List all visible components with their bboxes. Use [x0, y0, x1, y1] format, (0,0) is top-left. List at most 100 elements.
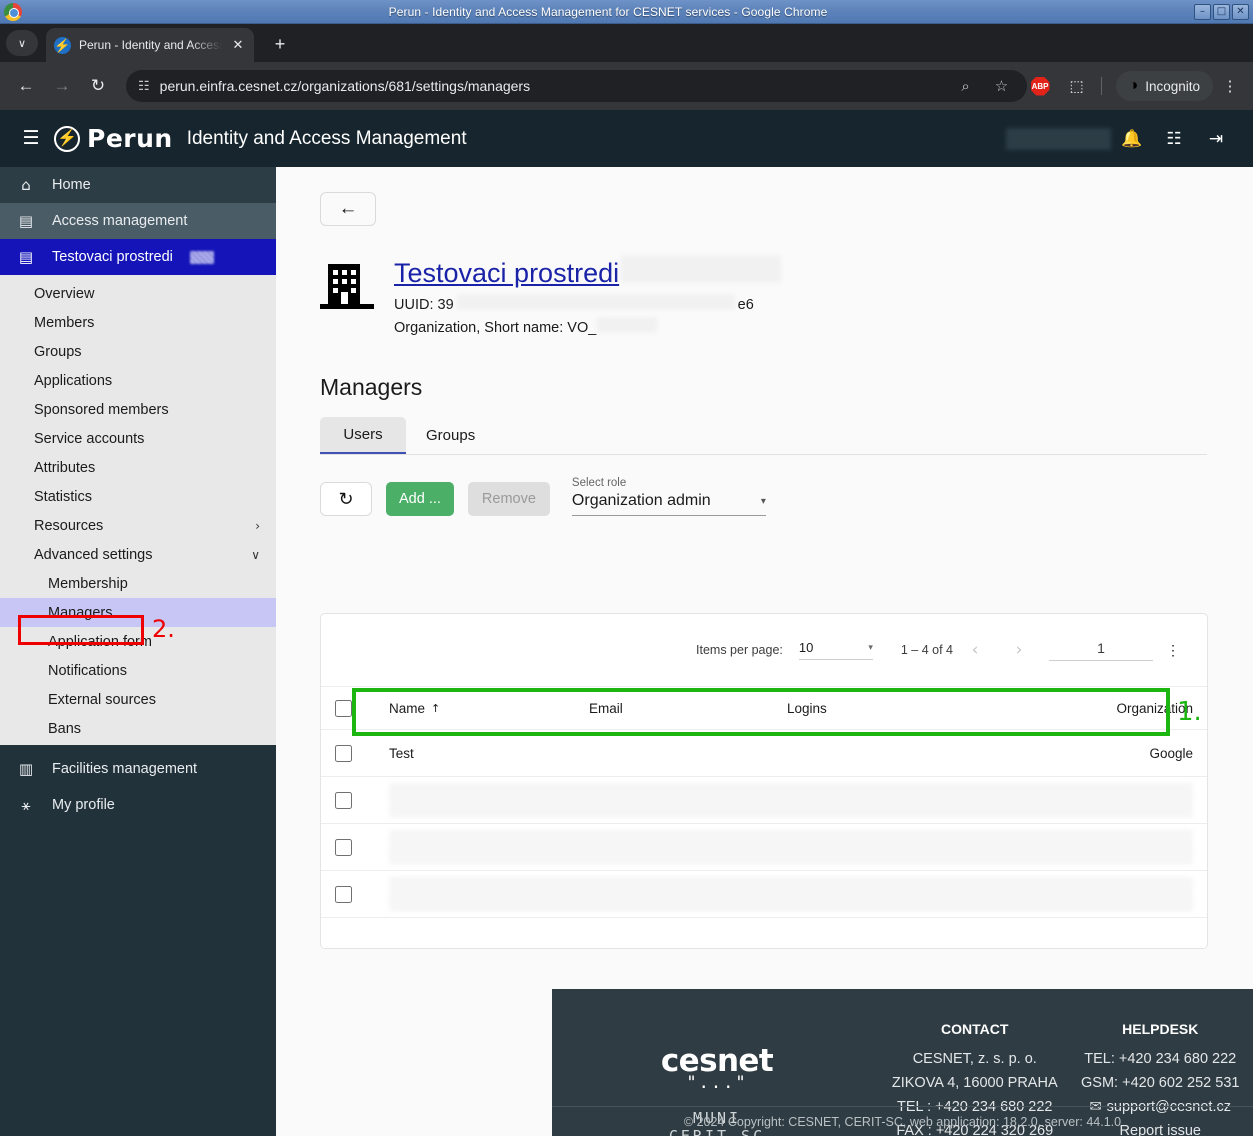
row-checkbox[interactable]: [335, 839, 352, 856]
back-navigation-icon[interactable]: ←: [10, 70, 42, 102]
page-title: Managers: [320, 374, 422, 401]
entity-shortname-redacted: [597, 318, 657, 332]
annotation-step-2: 2.: [152, 615, 175, 643]
sidebar-item-testovaci-prostredi[interactable]: ▤ Testovaci prostredi: [0, 239, 276, 275]
sidebar-item-notifications[interactable]: Notifications: [0, 656, 276, 685]
sidebar-item-label: My profile: [52, 797, 115, 813]
sidebar-item-groups[interactable]: Groups: [0, 337, 276, 366]
sidebar-item-managers[interactable]: Managers: [0, 598, 276, 627]
column-header-name[interactable]: Name ↑: [389, 701, 589, 716]
sidebar-item-attributes[interactable]: Attributes: [0, 453, 276, 482]
address-bar[interactable]: ☷ perun.einfra.cesnet.cz/organizations/6…: [126, 70, 1027, 102]
sidebar-item-sponsored-members[interactable]: Sponsored members: [0, 395, 276, 424]
entity-title-link[interactable]: Testovaci prostredi: [394, 258, 619, 289]
row-checkbox-cell[interactable]: [335, 792, 389, 809]
refresh-button[interactable]: ↻: [320, 482, 372, 516]
chevron-down-icon: ▾: [761, 496, 766, 507]
notifications-bell-icon[interactable]: 🔔: [1111, 129, 1153, 149]
row-checkbox-cell[interactable]: [335, 839, 389, 856]
bookmark-star-icon[interactable]: ☆: [989, 77, 1015, 95]
sidebar-item-label: External sources: [48, 692, 156, 708]
sidebar-item-membership[interactable]: Membership: [0, 569, 276, 598]
incognito-icon: ◑: [1129, 77, 1139, 95]
entity-text-block: Testovaci prostredi UUID: 39 e6 Organiza…: [394, 254, 781, 336]
tab-close-icon[interactable]: ✕: [230, 37, 246, 53]
hamburger-menu-icon[interactable]: ☰: [16, 127, 46, 150]
sidebar-item-label: Sponsored members: [34, 402, 169, 418]
sidebar-item-label: Facilities management: [52, 761, 197, 777]
page-number-input[interactable]: 1: [1049, 640, 1153, 661]
sidebar-item-service-accounts[interactable]: Service accounts: [0, 424, 276, 453]
zoom-icon[interactable]: ⌕: [953, 78, 979, 95]
perun-wordmark: Perun: [87, 124, 173, 153]
close-button[interactable]: ✕: [1232, 4, 1249, 20]
toolbar-divider: [1101, 77, 1102, 95]
window-controls: – □ ✕: [1194, 4, 1249, 20]
row-checkbox[interactable]: [335, 745, 352, 762]
sidebar-item-bans[interactable]: Bans: [0, 714, 276, 743]
chevron-right-icon: ›: [255, 519, 260, 533]
browser-tab[interactable]: ⚡ Perun - Identity and Access Ma ✕: [46, 28, 254, 62]
sidebar: ⌂ Home ▤ Access management ▤ Testovaci p…: [0, 167, 276, 1136]
sidebar-item-my-profile[interactable]: ⚹ My profile: [0, 787, 276, 823]
table-options-menu-icon[interactable]: ⋮: [1153, 643, 1193, 657]
role-select-control[interactable]: Organization admin ▾: [572, 492, 766, 516]
sidebar-item-members[interactable]: Members: [0, 308, 276, 337]
row-checkbox[interactable]: [335, 792, 352, 809]
site-settings-icon[interactable]: ☷: [138, 78, 150, 94]
new-tab-button[interactable]: +: [268, 34, 292, 55]
table-row[interactable]: [321, 777, 1207, 824]
sidebar-item-access-management[interactable]: ▤ Access management: [0, 203, 276, 239]
select-all-checkbox-cell[interactable]: [335, 700, 389, 717]
sidebar-item-home[interactable]: ⌂ Home: [0, 167, 276, 203]
column-header-organization[interactable]: Organization: [1071, 701, 1193, 716]
previous-page-button[interactable]: ‹: [953, 640, 997, 660]
sidebar-item-overview[interactable]: Overview: [0, 279, 276, 308]
sidebar-item-applications[interactable]: Applications: [0, 366, 276, 395]
row-checkbox[interactable]: [335, 886, 352, 903]
table-toolbar: ↻ Add ... Remove Select role Organizatio…: [320, 477, 766, 516]
entity-header: Testovaci prostredi UUID: 39 e6 Organiza…: [320, 254, 781, 336]
footer-contact-title: CONTACT: [882, 1021, 1068, 1037]
tab-users[interactable]: Users: [320, 417, 406, 454]
table-row[interactable]: Test Google: [321, 730, 1207, 777]
minimize-button[interactable]: –: [1194, 4, 1211, 20]
column-header-label: Name: [389, 701, 425, 716]
table-row[interactable]: [321, 871, 1207, 918]
next-page-button[interactable]: ›: [997, 640, 1041, 660]
sidebar-item-facilities-management[interactable]: ▥ Facilities management: [0, 751, 276, 787]
role-select[interactable]: Select role Organization admin ▾: [572, 477, 766, 516]
column-header-email[interactable]: Email: [589, 701, 787, 716]
table-row[interactable]: [321, 824, 1207, 871]
items-per-page-select[interactable]: 10 ▾: [799, 640, 873, 660]
row-checkbox-cell[interactable]: [335, 886, 389, 903]
sidebar-item-label: Attributes: [34, 460, 95, 476]
adblock-plus-icon[interactable]: ABP: [1031, 77, 1059, 96]
forward-navigation-icon[interactable]: →: [46, 70, 78, 102]
sidebar-submenu: Overview Members Groups Applications Spo…: [0, 275, 276, 745]
sidebar-item-application-form[interactable]: Application form: [0, 627, 276, 656]
entity-uuid-redacted: [457, 295, 735, 309]
sidebar-item-advanced-settings[interactable]: Advanced settings ∨: [0, 540, 276, 569]
reload-icon[interactable]: ↻: [82, 70, 114, 102]
select-all-checkbox[interactable]: [335, 700, 352, 717]
column-header-logins[interactable]: Logins: [787, 701, 1071, 716]
sidebar-item-resources[interactable]: Resources ›: [0, 511, 276, 540]
sidebar-item-label: Testovaci prostredi: [52, 249, 173, 265]
apps-grid-icon[interactable]: ☷: [1153, 129, 1195, 149]
incognito-indicator[interactable]: ◑ Incognito: [1116, 71, 1213, 101]
chrome-menu-icon[interactable]: ⋮: [1217, 77, 1243, 95]
sidebar-item-external-sources[interactable]: External sources: [0, 685, 276, 714]
maximize-button[interactable]: □: [1213, 4, 1230, 20]
add-button[interactable]: Add ...: [386, 482, 454, 516]
logout-icon[interactable]: ⇥: [1195, 129, 1237, 149]
extensions-puzzle-icon[interactable]: ⬚: [1063, 77, 1091, 95]
tab-search-chevron-down-icon[interactable]: ∨: [6, 30, 38, 56]
row-checkbox-cell[interactable]: [335, 745, 389, 762]
perun-logo[interactable]: ⚡ Perun: [54, 124, 173, 153]
user-name-redacted[interactable]: [1006, 128, 1111, 150]
sidebar-item-label: Access management: [52, 213, 187, 229]
tab-groups[interactable]: Groups: [406, 417, 495, 454]
back-button[interactable]: ←: [320, 192, 376, 226]
sidebar-item-statistics[interactable]: Statistics: [0, 482, 276, 511]
